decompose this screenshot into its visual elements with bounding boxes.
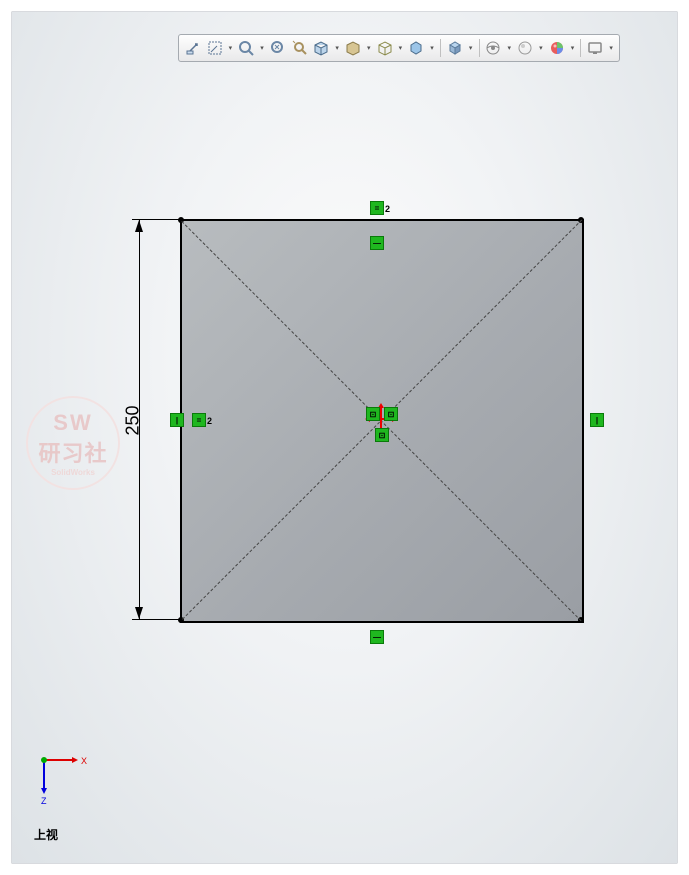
- shadows-icon[interactable]: [406, 38, 426, 58]
- apply-scene-icon[interactable]: [515, 38, 535, 58]
- view-orientation-dropdown[interactable]: ▾: [333, 38, 341, 58]
- view-settings-icon[interactable]: [585, 38, 605, 58]
- dim-arrow-top: [135, 220, 143, 232]
- axis-x-label: X: [81, 756, 87, 766]
- dim-extension-bottom: [132, 619, 180, 620]
- dimension-value[interactable]: 250: [123, 405, 144, 435]
- apply-scene-dropdown[interactable]: ▾: [537, 38, 545, 58]
- previous-view-dropdown[interactable]: ▾: [258, 38, 266, 58]
- constraint-right-vertical[interactable]: |: [590, 413, 604, 427]
- constraint-bottom-horizontal[interactable]: —: [370, 630, 384, 644]
- constraint-top-horizontal[interactable]: —: [370, 236, 384, 250]
- constraint-origin-2[interactable]: ⊡: [384, 407, 398, 421]
- previous-view-icon[interactable]: [236, 38, 256, 58]
- watermark-logo: SW 研习社 SolidWorks: [26, 396, 120, 490]
- hide-show-dropdown[interactable]: ▾: [467, 38, 475, 58]
- zoom-to-fit-icon[interactable]: [183, 38, 203, 58]
- view-name-label: 上视: [34, 826, 58, 843]
- edit-appearance-dropdown[interactable]: ▾: [505, 38, 513, 58]
- constraint-origin-3[interactable]: ⊡: [375, 428, 389, 442]
- constraint-left-equal[interactable]: =: [192, 413, 206, 427]
- constraint-top-equal[interactable]: =: [370, 201, 384, 215]
- section-view-icon[interactable]: [268, 38, 288, 58]
- hidden-lines-dropdown[interactable]: ▾: [396, 38, 404, 58]
- zoom-area-dropdown[interactable]: ▾: [226, 38, 234, 58]
- dim-arrow-bottom: [135, 607, 143, 619]
- hide-show-icon[interactable]: [445, 38, 465, 58]
- dynamic-zoom-icon[interactable]: [290, 38, 310, 58]
- edit-appearance-icon[interactable]: [484, 38, 504, 58]
- axis-z-label: Z: [41, 796, 47, 806]
- display-style-dropdown[interactable]: ▾: [365, 38, 373, 58]
- color-ball-dropdown[interactable]: ▾: [569, 38, 577, 58]
- sketch-area[interactable]: 250 ⊡ ⊡ ⊡ = — | = | —: [132, 212, 612, 652]
- zoom-area-icon[interactable]: [205, 38, 225, 58]
- coordinate-triad: X Z: [34, 750, 94, 813]
- view-settings-dropdown[interactable]: ▾: [607, 38, 615, 58]
- hidden-lines-icon[interactable]: [375, 38, 395, 58]
- view-toolbar: ▾ ▾ ▾ ▾ ▾ ▾ ▾ ▾ ▾ ▾ ▾: [178, 34, 620, 62]
- constraint-origin-1[interactable]: ⊡: [366, 407, 380, 421]
- view-orientation-icon[interactable]: [311, 38, 331, 58]
- constraint-left-vertical[interactable]: |: [170, 413, 184, 427]
- display-style-icon[interactable]: [343, 38, 363, 58]
- color-ball-icon[interactable]: [547, 38, 567, 58]
- shadows-dropdown[interactable]: ▾: [428, 38, 436, 58]
